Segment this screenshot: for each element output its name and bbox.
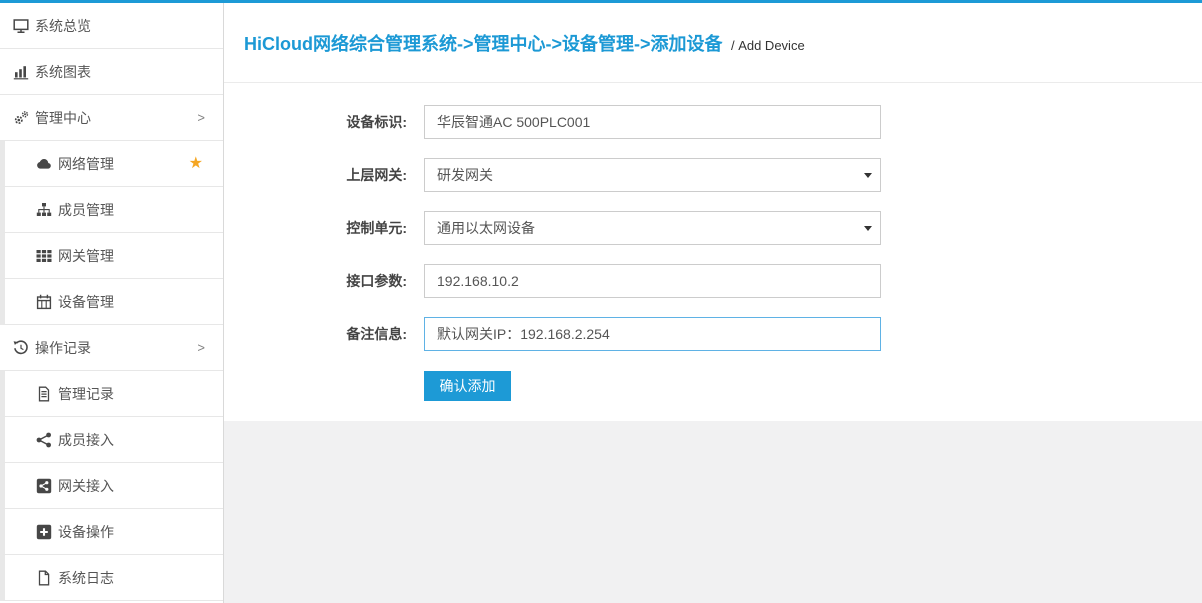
breadcrumb-subtitle: / Add Device	[731, 38, 805, 53]
sidebar-item-label: 网关接入	[58, 476, 114, 496]
sidebar-item-label: 网关管理	[58, 246, 114, 266]
desktop-icon	[13, 18, 29, 34]
plus-square-icon	[36, 524, 52, 540]
sidebar-item-system-log[interactable]: 系统日志	[0, 555, 223, 601]
main-area: HiCloud网络综合管理系统->管理中心->设备管理->添加设备 / Add …	[224, 3, 1202, 603]
remark-input[interactable]	[424, 317, 881, 351]
control-unit-select[interactable]: 通用以太网设备	[424, 211, 881, 245]
interface-params-input[interactable]	[424, 264, 881, 298]
sidebar-item-operation-records[interactable]: 操作记录 >	[0, 325, 223, 371]
sidebar-item-label: 管理记录	[58, 384, 114, 404]
sidebar-item-label: 网络管理	[58, 154, 114, 174]
bar-chart-icon	[13, 64, 29, 80]
grid-icon	[36, 248, 52, 264]
sidebar-item-device-management[interactable]: 设备管理	[0, 279, 223, 325]
sidebar-item-label: 系统日志	[58, 568, 114, 588]
add-device-form: 设备标识: 上层网关: 研发网关 控制单元: 通用以太网设备 接口参数:	[224, 83, 1202, 421]
sidebar-item-label: 成员接入	[58, 430, 114, 450]
sidebar-item-system-overview[interactable]: 系统总览	[0, 3, 223, 49]
caret-down-icon	[864, 226, 872, 231]
sidebar-item-gateway-access[interactable]: 网关接入	[0, 463, 223, 509]
calendar-icon	[36, 294, 52, 310]
file-text-icon	[36, 386, 52, 402]
sidebar-item-gateway-management[interactable]: 网关管理	[0, 233, 223, 279]
upper-gateway-label: 上层网关:	[224, 165, 407, 185]
sidebar-item-member-management[interactable]: 成员管理	[0, 187, 223, 233]
sitemap-icon	[36, 202, 52, 218]
share-square-icon	[36, 478, 52, 494]
history-icon	[13, 340, 29, 356]
star-icon[interactable]: ★	[189, 156, 203, 172]
upper-gateway-select[interactable]: 研发网关	[424, 158, 881, 192]
sidebar-item-label: 管理中心	[35, 108, 91, 128]
sidebar-item-management-center[interactable]: 管理中心 >	[0, 95, 223, 141]
page-header: HiCloud网络综合管理系统->管理中心->设备管理->添加设备 / Add …	[224, 3, 1202, 83]
sidebar-item-system-charts[interactable]: 系统图表	[0, 49, 223, 95]
device-id-label: 设备标识:	[224, 112, 407, 132]
sidebar-item-label: 系统总览	[35, 16, 91, 36]
selected-value: 研发网关	[437, 165, 493, 185]
sidebar-item-label: 成员管理	[58, 200, 114, 220]
share-icon	[36, 432, 52, 448]
caret-down-icon	[864, 173, 872, 178]
control-unit-label: 控制单元:	[224, 218, 407, 238]
sidebar-item-device-operation[interactable]: 设备操作	[0, 509, 223, 555]
remark-label: 备注信息:	[224, 324, 407, 344]
device-id-input[interactable]	[424, 105, 881, 139]
sidebar: 系统总览 系统图表 管理中心 > 网络管理 ★ 成员管理	[0, 3, 224, 603]
chevron-right-icon: >	[197, 110, 205, 125]
sidebar-item-label: 系统图表	[35, 62, 91, 82]
sidebar-item-label: 操作记录	[35, 338, 91, 358]
file-icon	[36, 570, 52, 586]
sidebar-item-management-records[interactable]: 管理记录	[0, 371, 223, 417]
sidebar-item-label: 设备操作	[58, 522, 114, 542]
interface-params-label: 接口参数:	[224, 271, 407, 291]
sidebar-item-network-management[interactable]: 网络管理 ★	[0, 141, 223, 187]
gears-icon	[13, 110, 29, 126]
sidebar-item-label: 设备管理	[58, 292, 114, 312]
cloud-icon	[36, 156, 52, 172]
breadcrumb: HiCloud网络综合管理系统->管理中心->设备管理->添加设备	[244, 34, 723, 54]
confirm-add-button[interactable]: 确认添加	[424, 371, 511, 401]
selected-value: 通用以太网设备	[437, 218, 535, 238]
sidebar-item-member-access[interactable]: 成员接入	[0, 417, 223, 463]
chevron-right-icon: >	[197, 340, 205, 355]
